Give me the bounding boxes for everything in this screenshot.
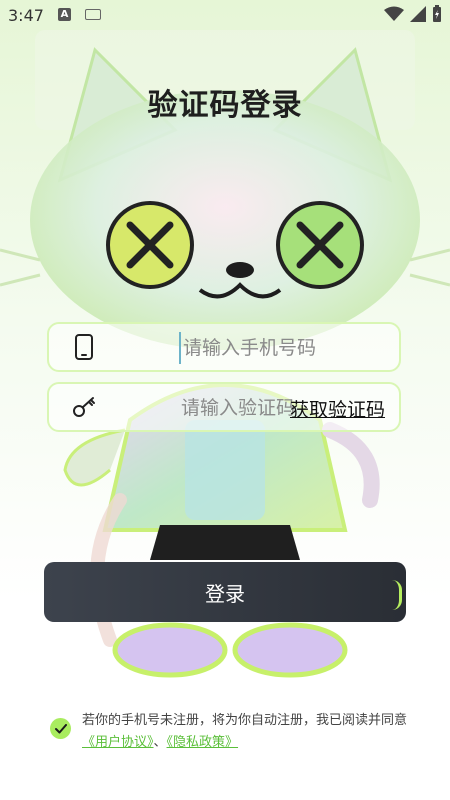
- wifi-icon: [384, 6, 404, 21]
- user-agreement-link[interactable]: 《用户协议》: [82, 735, 154, 750]
- login-accent-decoration: [391, 580, 402, 610]
- privacy-policy-link[interactable]: 《隐私政策》: [167, 735, 239, 750]
- cell-signal-icon: [410, 6, 426, 22]
- verification-code-field[interactable]: 获取验证码: [47, 382, 401, 432]
- phone-field[interactable]: [47, 322, 401, 372]
- status-bar: 3:47 A: [0, 0, 450, 30]
- key-icon: [73, 397, 95, 417]
- login-button[interactable]: 登录: [44, 562, 406, 622]
- checkmark-icon: [54, 723, 67, 733]
- login-button-label: 登录: [205, 581, 245, 606]
- agreement-separator: 、: [153, 735, 167, 750]
- phone-input[interactable]: [179, 332, 385, 364]
- status-indicators: [384, 5, 442, 23]
- agreement-text: 若你的手机号未注册，将为你自动注册，我已阅读并同意《用户协议》、《隐私政策》: [82, 710, 412, 754]
- get-code-button[interactable]: 获取验证码: [290, 395, 385, 422]
- phone-icon: [75, 334, 93, 360]
- keyboard-icon: [85, 9, 101, 20]
- battery-icon: [433, 5, 441, 22]
- page-title: 验证码登录: [147, 88, 303, 123]
- agreement-checkbox[interactable]: [50, 718, 71, 739]
- agreement-statement: 若你的手机号未注册，将为你自动注册，我已阅读并同意: [82, 713, 408, 728]
- notification-a-icon: A: [58, 8, 71, 21]
- status-time: 3:47: [8, 6, 44, 25]
